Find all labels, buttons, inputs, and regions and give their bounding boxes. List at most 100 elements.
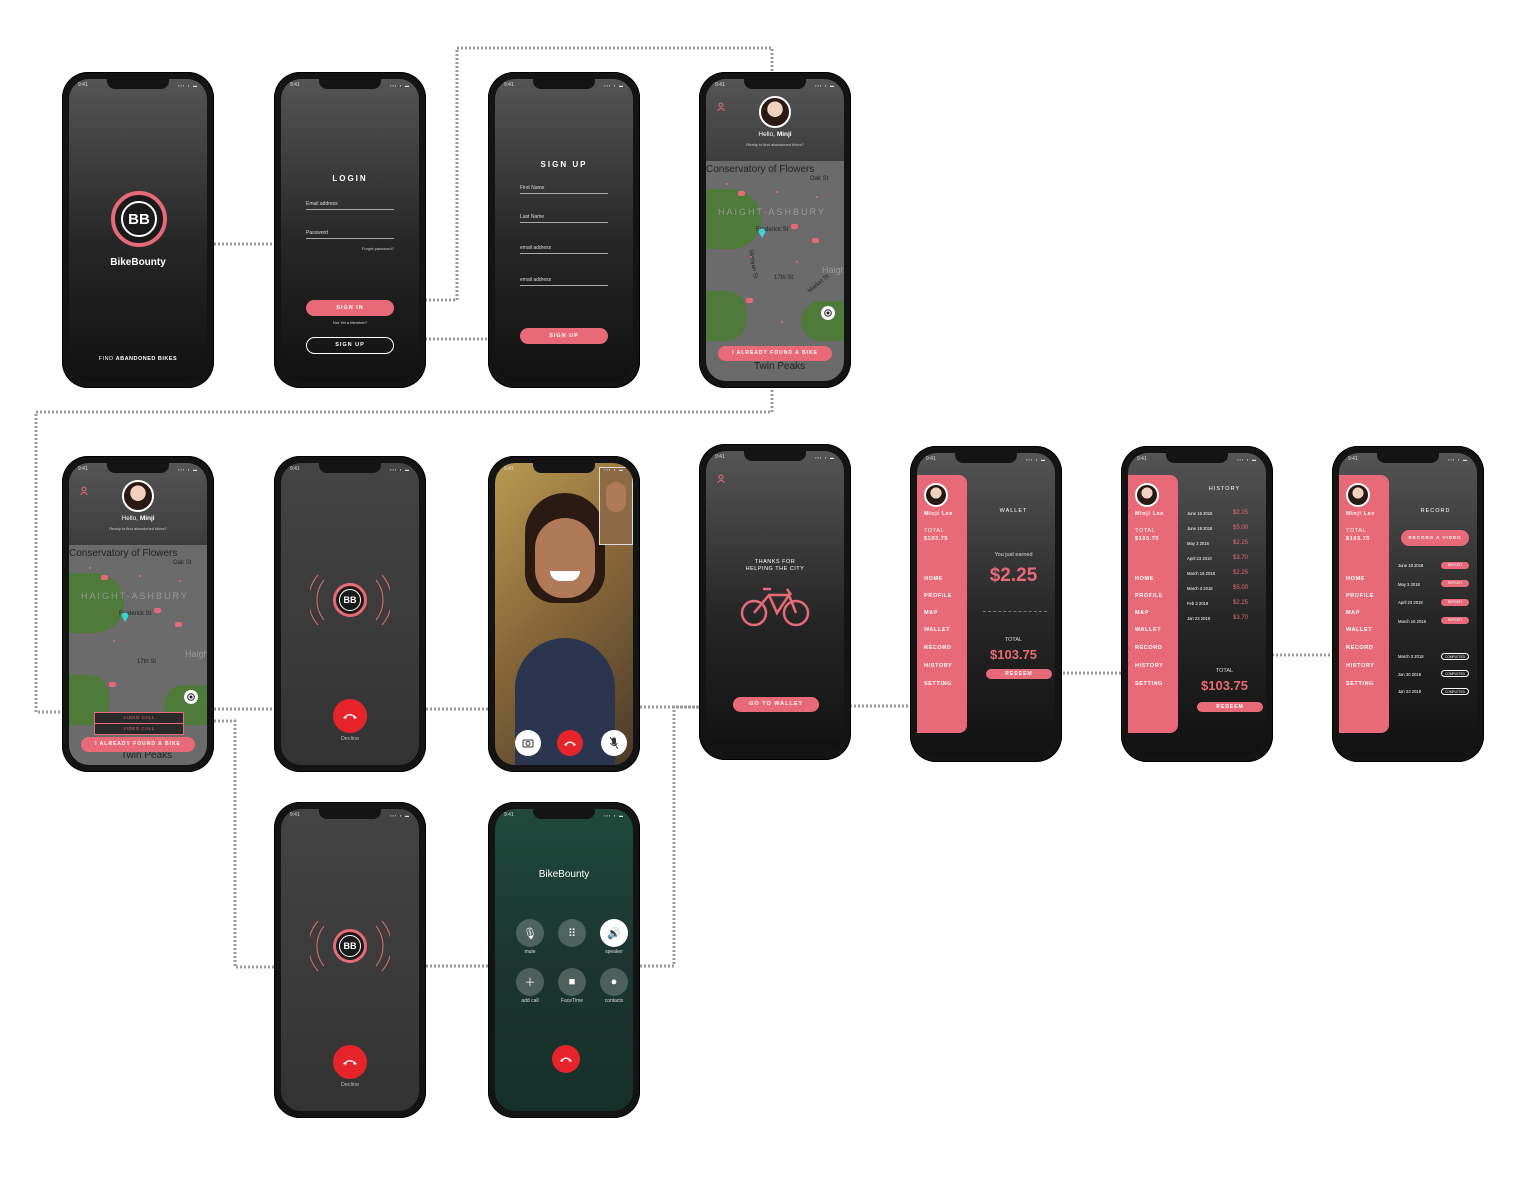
decline-button[interactable] [333,699,367,733]
redeem-button[interactable]: REDEEM [986,669,1052,679]
video-call-option[interactable]: VIDEO CALL [94,723,184,735]
sidebar-item-wallet[interactable]: WALLET [1346,627,1372,633]
mute-mic-icon[interactable] [601,730,627,756]
greeting-subtitle: Ready to find abandoned bikes? [109,526,167,531]
notch [107,463,169,473]
status-time: 9:41 [290,812,300,818]
total-value: $103.75 [990,647,1037,662]
sidebar-item-wallet[interactable]: WALLET [1135,627,1161,633]
sidebar-item-setting[interactable]: SETTING [1346,681,1374,687]
contacts-icon[interactable]: ● [600,968,628,996]
facetime-icon[interactable]: ■ [558,968,586,996]
email-field[interactable]: Email address [306,201,394,210]
add-call-icon[interactable]: ＋ [516,968,544,996]
earned-value: $2.25 [989,565,1038,586]
found-bike-button[interactable]: I ALREADY FOUND A BIKE [718,346,832,361]
divider [983,611,1047,612]
bike-pin[interactable] [738,191,745,196]
map-dot [139,575,141,577]
user-icon[interactable] [717,470,725,484]
bike-pin[interactable] [109,682,116,687]
sidebar-item-profile[interactable]: PROFILE [1346,593,1374,599]
user-icon[interactable] [717,98,725,112]
end-call-button[interactable] [557,730,583,756]
found-bike-button[interactable]: I ALREADY FOUND A BIKE [81,737,195,752]
bike-pin[interactable] [175,622,182,627]
hang-up-icon [560,1057,572,1062]
notch [319,463,381,473]
notch [533,809,595,819]
map-label-street: Oak St [810,176,829,182]
sidebar-user-name: Minji Lee [1135,511,1164,517]
history-row-date: June 19 2018 [1187,526,1213,531]
tagline-prefix: FIND [98,356,116,362]
camera-switch-icon[interactable] [515,730,541,756]
self-view[interactable] [599,467,633,545]
bike-pin[interactable] [746,298,753,303]
sidebar-item-history[interactable]: HISTORY [924,663,952,669]
locate-me-icon[interactable] [184,690,198,704]
sidebar-item-wallet[interactable]: WALLET [924,627,950,633]
sidebar-item-record[interactable]: RECORD [1135,645,1162,651]
avatar [924,483,948,507]
record-video-button[interactable]: RECORD A VIDEO [1401,530,1469,546]
sidebar-item-home[interactable]: HOME [924,576,943,582]
completed-badge: COMPLETED [1441,670,1469,677]
first-name-field[interactable]: First Name [520,185,608,194]
locate-me-icon[interactable] [821,306,835,320]
report-button[interactable]: REPORT [1441,580,1469,587]
bike-pin[interactable] [812,238,819,243]
sidebar-item-map[interactable]: MAP [1346,610,1360,616]
bike-pin[interactable] [101,575,108,580]
speaker-icon[interactable]: 🔊 [600,919,628,947]
user-icon[interactable] [80,482,88,496]
report-button[interactable]: REPORT [1441,561,1469,569]
sign-in-button[interactable]: SIGN IN [306,300,394,316]
map-label-street: Stanyan St [747,249,759,279]
go-to-wallet-button[interactable]: GO TO WALLET [733,697,819,712]
last-name-field[interactable]: Last Name [520,214,608,223]
sidebar-item-history[interactable]: HISTORY [1346,663,1374,669]
bike-pin[interactable] [154,608,161,613]
end-call-button[interactable] [552,1045,580,1073]
sidebar-item-record[interactable]: RECORD [924,645,951,651]
redeem-button[interactable]: REDEEM [1197,702,1263,712]
sidebar-item-home[interactable]: HOME [1346,576,1365,582]
login-title: LOGIN [332,174,368,183]
sidebar-item-setting[interactable]: SETTING [1135,681,1163,687]
sidebar-item-history[interactable]: HISTORY [1135,663,1163,669]
sidebar-item-map[interactable]: MAP [1135,610,1149,616]
decline-button[interactable] [333,1045,367,1079]
record-row-date: Jan 23 2018 [1398,689,1422,694]
total-value: $103.75 [1201,678,1248,693]
status-time: 9:41 [504,466,514,472]
sign-up-submit-button[interactable]: SIGN UP [520,328,608,344]
sidebar-user-name: Minji Lee [1346,511,1375,517]
map-dot [776,191,778,193]
sidebar-item-setting[interactable]: SETTING [924,681,952,687]
report-button[interactable]: REPORT [1441,617,1469,624]
sidebar-item-home[interactable]: HOME [1135,576,1154,582]
bike-pin[interactable] [791,224,798,229]
sidebar-item-map[interactable]: MAP [924,610,938,616]
sidebar-item-profile[interactable]: PROFILE [924,593,952,599]
mute-icon[interactable]: 🎙 [516,919,544,947]
forgot-password-link[interactable]: Forget password? [362,246,394,251]
map-dot [113,640,115,642]
email-confirm-field[interactable]: email address [520,277,608,286]
phone-calling: 9:41 ▪▪▪ ◗ ▬ BB Decline [274,456,426,772]
sidebar-item-profile[interactable]: PROFILE [1135,593,1163,599]
password-field[interactable]: Password [306,230,394,239]
phone-signup: 9:41 ▪▪▪ ◗ ▬ SIGN UP First Name Last Nam… [488,72,640,388]
sign-up-button[interactable]: SIGN UP [306,337,394,354]
sidebar-item-record[interactable]: RECORD [1346,645,1373,651]
history-row-amount: $2.25 [1233,540,1249,546]
contacts-label: contacts [604,998,624,1004]
email-field[interactable]: email address [520,245,608,254]
keypad-icon[interactable]: ⠿ [558,919,586,947]
hang-up-icon [343,1060,357,1065]
report-button[interactable]: REPORT [1441,598,1469,606]
caller-name: BikeBounty [538,869,590,880]
map-label-conservatory: Conservatory of Flowers [706,164,815,175]
wallet-title: WALLET [999,508,1028,514]
